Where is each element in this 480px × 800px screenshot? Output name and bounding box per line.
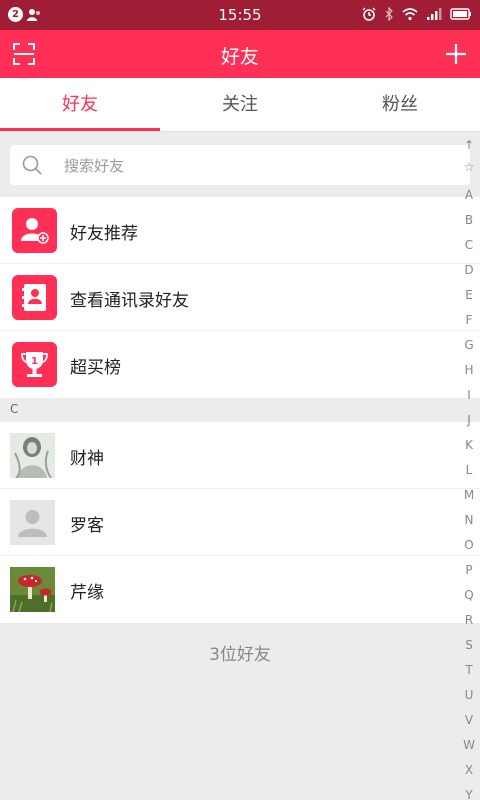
index-letter[interactable]: F [458, 313, 480, 327]
alarm-icon [362, 7, 376, 21]
friend-list: 财神 罗客 芹缘 [0, 422, 480, 623]
index-letter[interactable]: O [458, 538, 480, 552]
wifi-icon [402, 8, 418, 21]
index-letter[interactable]: U [458, 688, 480, 702]
index-letter[interactable]: W [458, 738, 480, 752]
bluetooth-icon [385, 7, 393, 21]
index-letter[interactable]: R [458, 613, 480, 627]
search-input[interactable]: 搜索好友 [10, 145, 470, 185]
section-letter: C [10, 402, 19, 416]
index-letter[interactable]: N [458, 513, 480, 527]
mushroom-photo-icon [10, 567, 55, 612]
index-letter[interactable]: I [458, 388, 480, 402]
page-title: 好友 [220, 46, 259, 68]
default-avatar-icon [10, 500, 55, 545]
search-placeholder: 搜索好友 [64, 157, 125, 175]
feature-label: 好友推荐 [70, 224, 138, 244]
plus-icon [446, 44, 466, 64]
alphabet-index-bar[interactable]: ↑ ☆ A B C D E F G H I J K L M N O P Q R S T U V W X Y [458, 136, 480, 800]
section-header: C [0, 398, 480, 422]
index-letter[interactable]: V [458, 713, 480, 727]
friend-name: 财神 [70, 449, 104, 469]
list-item-ranking[interactable]: 1 超买榜 [0, 331, 480, 398]
index-letter[interactable]: M [458, 488, 480, 502]
tab-following[interactable]: 关注 [160, 78, 320, 132]
index-letter[interactable]: P [458, 563, 480, 577]
tab-indicator [0, 128, 160, 131]
trophy-rank-number: 1 [31, 356, 38, 367]
index-letter[interactable]: C [458, 238, 480, 252]
feature-list: 好友推荐 查看通讯录好友 1 超买榜 [0, 197, 480, 398]
index-letter[interactable]: B [458, 213, 480, 227]
status-bar: 2 15:55 [0, 0, 480, 30]
tab-bar: 好友 关注 粉丝 [0, 78, 480, 132]
index-letter[interactable]: L [458, 463, 480, 477]
friend-name: 罗客 [70, 516, 104, 536]
friend-count: 3位好友 [209, 645, 271, 665]
index-symbol[interactable]: ☆ [458, 160, 480, 174]
friend-row[interactable]: 芹缘 [0, 556, 480, 623]
index-letter[interactable]: Q [458, 588, 480, 602]
index-letter[interactable]: G [458, 338, 480, 352]
index-letter[interactable]: X [458, 763, 480, 777]
list-item-contacts[interactable]: 查看通讯录好友 [0, 264, 480, 331]
index-letter[interactable]: K [458, 438, 480, 452]
add-friend-icon [12, 208, 57, 253]
index-letter[interactable]: T [458, 663, 480, 677]
tab-fans[interactable]: 粉丝 [320, 78, 480, 132]
list-item-recommend-friends[interactable]: 好友推荐 [0, 197, 480, 264]
add-friend-button[interactable] [444, 42, 468, 66]
battery-icon [450, 8, 471, 20]
app-bar: 好友 [0, 30, 480, 78]
feature-label: 超买榜 [70, 358, 121, 378]
index-letter[interactable]: Y [458, 788, 480, 800]
index-letter[interactable]: S [458, 638, 480, 652]
signal-icon [427, 8, 442, 20]
index-letter[interactable]: H [458, 363, 480, 377]
status-right [362, 7, 472, 21]
index-letter[interactable]: J [458, 413, 480, 427]
index-letter[interactable]: E [458, 288, 480, 302]
index-symbol[interactable]: ↑ [458, 138, 480, 152]
tab-friends[interactable]: 好友 [0, 78, 160, 132]
trophy-icon: 1 [12, 342, 57, 387]
index-letter[interactable]: D [458, 263, 480, 277]
friend-row[interactable]: 罗客 [0, 489, 480, 556]
photo-avatar-icon [10, 433, 55, 478]
index-letter[interactable]: A [458, 188, 480, 202]
friend-name: 芹缘 [70, 583, 104, 603]
feature-label: 查看通讯录好友 [70, 291, 189, 311]
search-icon [22, 155, 42, 175]
contacts-book-icon [12, 275, 57, 320]
friend-row[interactable]: 财神 [0, 422, 480, 489]
